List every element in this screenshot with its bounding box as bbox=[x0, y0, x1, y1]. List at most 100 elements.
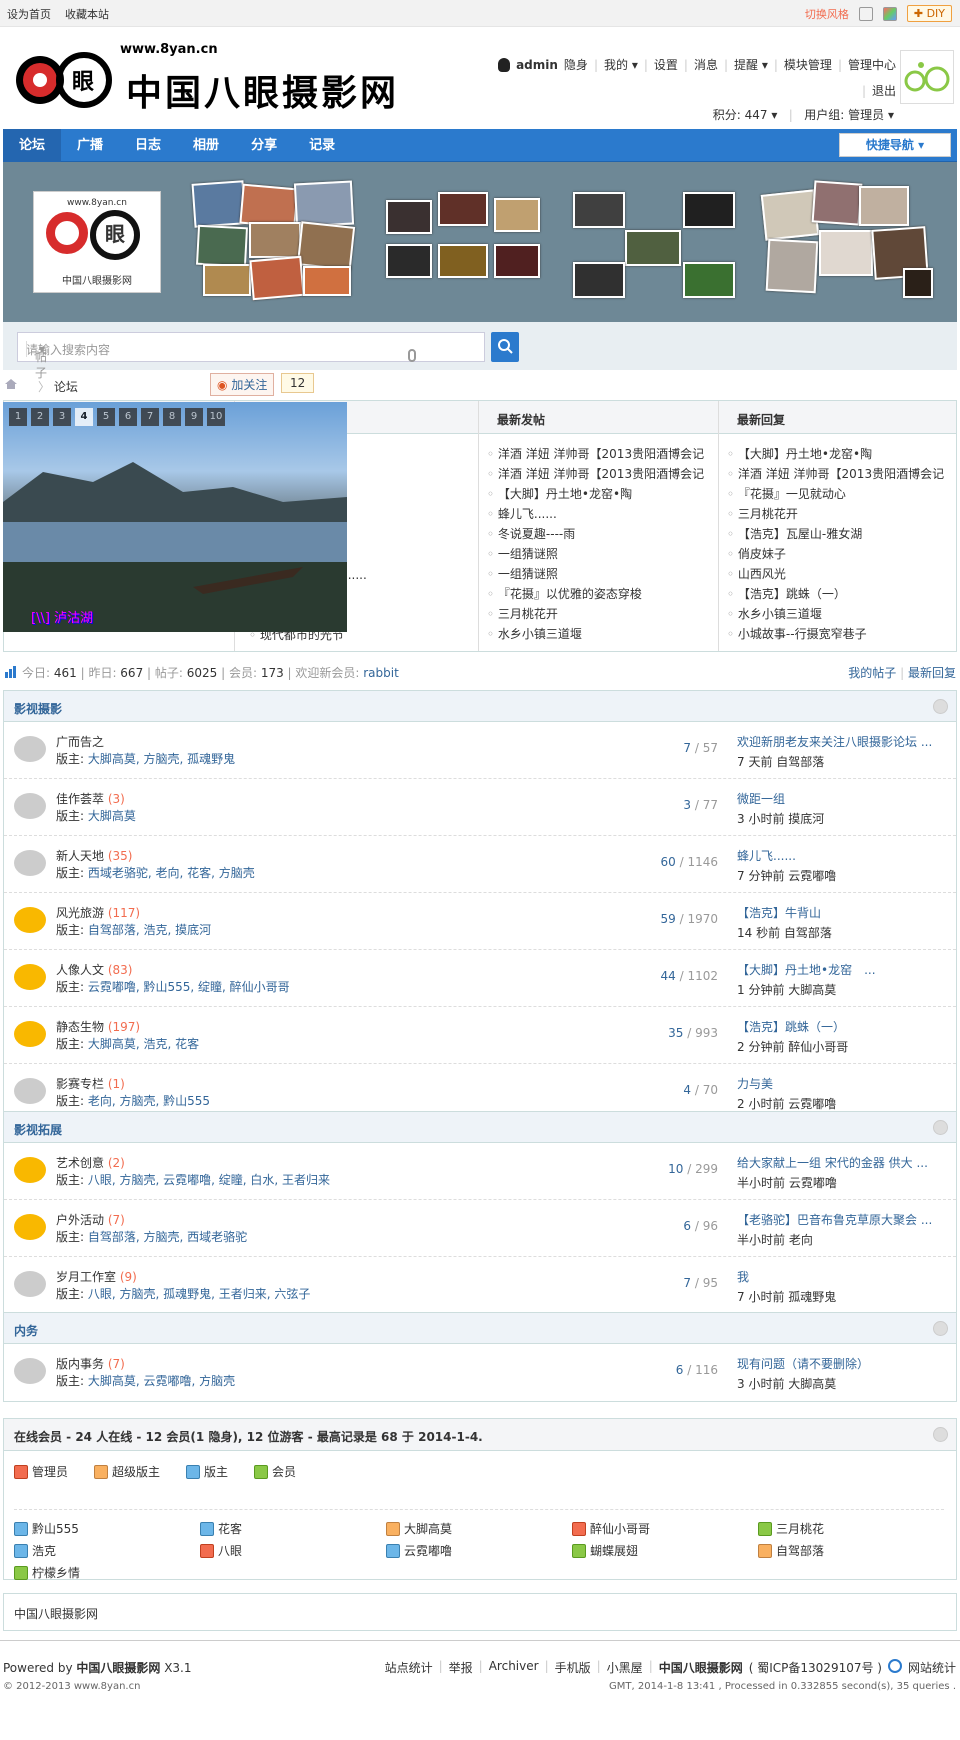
latest-reply-link[interactable]: 最新回复 bbox=[908, 666, 956, 680]
last-post-link[interactable]: 现有问题（请不要删除） bbox=[737, 1355, 952, 1372]
footer-link-report[interactable]: 举报 bbox=[449, 1659, 473, 1676]
list-item[interactable]: 冬说夏趣----雨 bbox=[487, 524, 704, 544]
home-icon[interactable] bbox=[4, 378, 18, 390]
moderator-list[interactable]: 西域老骆驼, 老向, 花客, 方脑壳 bbox=[88, 866, 255, 880]
cnzz-link[interactable]: 网站统计 bbox=[908, 1659, 956, 1676]
forum-name-link[interactable]: 静态生物 bbox=[56, 1020, 104, 1034]
last-post-author[interactable]: 云霓嘟噜 bbox=[788, 1097, 836, 1111]
forum-bubble-icon[interactable] bbox=[14, 1271, 46, 1297]
nav-item-share[interactable]: 分享 bbox=[235, 129, 293, 162]
forum-name-link[interactable]: 岁月工作室 bbox=[56, 1270, 116, 1284]
moderator-list[interactable]: 大脚高莫, 浩克, 花客 bbox=[88, 1037, 199, 1051]
list-item[interactable]: 【浩克】瓦屋山-雅女湖 bbox=[727, 524, 944, 544]
weibo-follow-button[interactable]: ◉ 加关注 bbox=[210, 373, 275, 396]
last-post-author[interactable]: 自驾部落 bbox=[776, 755, 824, 769]
collapse-icon[interactable] bbox=[933, 1427, 948, 1442]
forum-name-link[interactable]: 广而告之 bbox=[56, 735, 104, 749]
banner-logo[interactable]: www.8yan.cn 眼 中国八眼摄影网 bbox=[33, 191, 161, 293]
online-user[interactable]: 云霓嘟噜 bbox=[386, 1542, 566, 1559]
list-item[interactable]: 【浩克】跳蛛（一） bbox=[727, 584, 944, 604]
online-user[interactable]: 柠檬乡情 bbox=[14, 1564, 194, 1581]
forum-group-title[interactable]: 影视拓展 bbox=[14, 1121, 62, 1138]
nav-item-album[interactable]: 相册 bbox=[177, 129, 235, 162]
online-user[interactable]: 三月桃花 bbox=[758, 1520, 938, 1537]
footer-link-mobile[interactable]: 手机版 bbox=[555, 1659, 591, 1676]
forum-bubble-icon[interactable] bbox=[14, 1021, 46, 1047]
photo-slideshow[interactable]: 1 2 3 4 5 6 7 8 9 10 [\\] 泸沽湖 bbox=[3, 402, 347, 632]
moderator-list[interactable]: 八眼, 方脑壳, 云霓嘟噜, 绽瞳, 白水, 王者归来 bbox=[88, 1173, 330, 1187]
breadcrumb-forum[interactable]: 〉 论坛 bbox=[38, 378, 78, 395]
last-post-author[interactable]: 自驾部落 bbox=[784, 926, 832, 940]
module-admin-link[interactable]: 模块管理 bbox=[784, 52, 832, 78]
icp-number[interactable]: ( 蜀ICP备13029107号 ) bbox=[749, 1659, 882, 1676]
last-post-link[interactable]: 【浩克】跳蛛（一） bbox=[737, 1018, 952, 1035]
list-item[interactable]: 小城故事--行摄宽窄巷子 bbox=[727, 624, 944, 644]
online-user[interactable]: 浩克 bbox=[14, 1542, 194, 1559]
slide-page-button[interactable]: 5 bbox=[97, 408, 115, 426]
last-post-author[interactable]: 云霓嘟噜 bbox=[789, 1176, 837, 1190]
slide-page-button[interactable]: 8 bbox=[163, 408, 181, 426]
last-post-link[interactable]: 力与美 bbox=[737, 1075, 952, 1092]
slide-page-button[interactable]: 9 bbox=[185, 408, 203, 426]
search-input[interactable]: 请输入搜索内容 帖子 ▾ bbox=[17, 332, 485, 380]
list-item[interactable]: 三月桃花开 bbox=[487, 604, 704, 624]
invisible-toggle[interactable]: 隐身 bbox=[564, 52, 588, 78]
moderator-list[interactable]: 大脚高莫, 方脑壳, 孤魂野鬼 bbox=[88, 752, 235, 766]
moderator-list[interactable]: 自驾部落, 方脑壳, 西域老骆驼 bbox=[88, 1230, 247, 1244]
forum-name-link[interactable]: 户外活动 bbox=[56, 1213, 104, 1227]
switch-style-link[interactable]: 切换风格 bbox=[805, 6, 849, 22]
forum-bubble-icon[interactable] bbox=[14, 793, 46, 819]
last-post-author[interactable]: 摸底河 bbox=[788, 812, 824, 826]
admin-center-link[interactable]: 管理中心 bbox=[848, 52, 896, 78]
slide-page-button[interactable]: 1 bbox=[9, 408, 27, 426]
online-user[interactable]: 自驾部落 bbox=[758, 1542, 938, 1559]
nav-item-forum[interactable]: 论坛 bbox=[3, 129, 62, 162]
last-post-author[interactable]: 大脚高莫 bbox=[788, 983, 836, 997]
forum-bubble-icon[interactable] bbox=[14, 1157, 46, 1183]
list-item[interactable]: 山西风光 bbox=[727, 564, 944, 584]
settings-link[interactable]: 设置 bbox=[654, 52, 678, 78]
site-logo[interactable]: 眼 www.8yan.cn 中国八眼摄影网 bbox=[14, 42, 434, 114]
online-user[interactable]: 大脚高莫 bbox=[386, 1520, 566, 1537]
nav-item-record[interactable]: 记录 bbox=[293, 129, 351, 162]
quick-nav-button[interactable]: 快捷导航 ▾ bbox=[839, 133, 951, 157]
forum-name-link[interactable]: 人像人文 bbox=[56, 963, 104, 977]
search-type-select[interactable]: 帖子 ▾ bbox=[26, 341, 47, 380]
set-homepage-link[interactable]: 设为首页 bbox=[7, 8, 51, 21]
slide-page-button-active[interactable]: 4 bbox=[75, 408, 93, 426]
usergroup-menu[interactable]: 用户组: 管理员 ▾ bbox=[804, 108, 894, 122]
list-item[interactable]: 洋酒 洋妞 洋帅哥【2013贵阳酒博会记 bbox=[487, 464, 704, 484]
list-item[interactable]: 水乡小镇三道堰 bbox=[727, 604, 944, 624]
username-link[interactable]: admin bbox=[516, 52, 558, 78]
list-item[interactable]: 【大脚】丹土地•龙窑•陶 bbox=[487, 484, 704, 504]
nav-item-broadcast[interactable]: 广播 bbox=[61, 129, 119, 162]
nav-item-blog[interactable]: 日志 bbox=[119, 129, 177, 162]
online-user[interactable]: 醉仙小哥哥 bbox=[572, 1520, 752, 1537]
last-post-author[interactable]: 云霓嘟噜 bbox=[788, 869, 836, 883]
slide-page-button[interactable]: 3 bbox=[53, 408, 71, 426]
fullscreen-icon[interactable] bbox=[858, 6, 873, 21]
my-posts-link[interactable]: 我的帖子 bbox=[848, 666, 896, 680]
messages-link[interactable]: 消息 bbox=[694, 52, 718, 78]
list-item[interactable]: 【大脚】丹土地•龙窑•陶 bbox=[727, 444, 944, 464]
forum-name-link[interactable]: 新人天地 bbox=[56, 849, 104, 863]
slide-page-button[interactable]: 6 bbox=[119, 408, 137, 426]
moderator-list[interactable]: 自驾部落, 浩克, 摸底河 bbox=[88, 923, 211, 937]
last-post-link[interactable]: 【老骆驼】巴音布鲁克草原大聚会 ... bbox=[737, 1211, 952, 1228]
remind-menu[interactable]: 提醒 ▾ bbox=[734, 52, 768, 78]
list-item[interactable]: 一组猜谜照 bbox=[487, 564, 704, 584]
last-post-author[interactable]: 孤魂野鬼 bbox=[788, 1290, 836, 1304]
last-post-link[interactable]: 蜂儿飞...... bbox=[737, 847, 952, 864]
new-member-link[interactable]: rabbit bbox=[363, 666, 399, 680]
microphone-icon[interactable] bbox=[408, 349, 416, 362]
footer-link-archiver[interactable]: Archiver bbox=[489, 1659, 539, 1676]
collapse-icon[interactable] bbox=[933, 1321, 948, 1336]
logout-link[interactable]: 退出 bbox=[872, 78, 896, 104]
moderator-list[interactable]: 老向, 方脑壳, 黔山555 bbox=[88, 1094, 210, 1108]
list-item[interactable]: 一组猜谜照 bbox=[487, 544, 704, 564]
footer-link-blacklist[interactable]: 小黑屋 bbox=[607, 1659, 643, 1676]
forum-bubble-icon[interactable] bbox=[14, 1358, 46, 1384]
slide-page-button[interactable]: 7 bbox=[141, 408, 159, 426]
last-post-link[interactable]: 欢迎新朋老友来关注八眼摄影论坛 ... bbox=[737, 733, 952, 750]
list-item[interactable]: 俏皮妹子 bbox=[727, 544, 944, 564]
